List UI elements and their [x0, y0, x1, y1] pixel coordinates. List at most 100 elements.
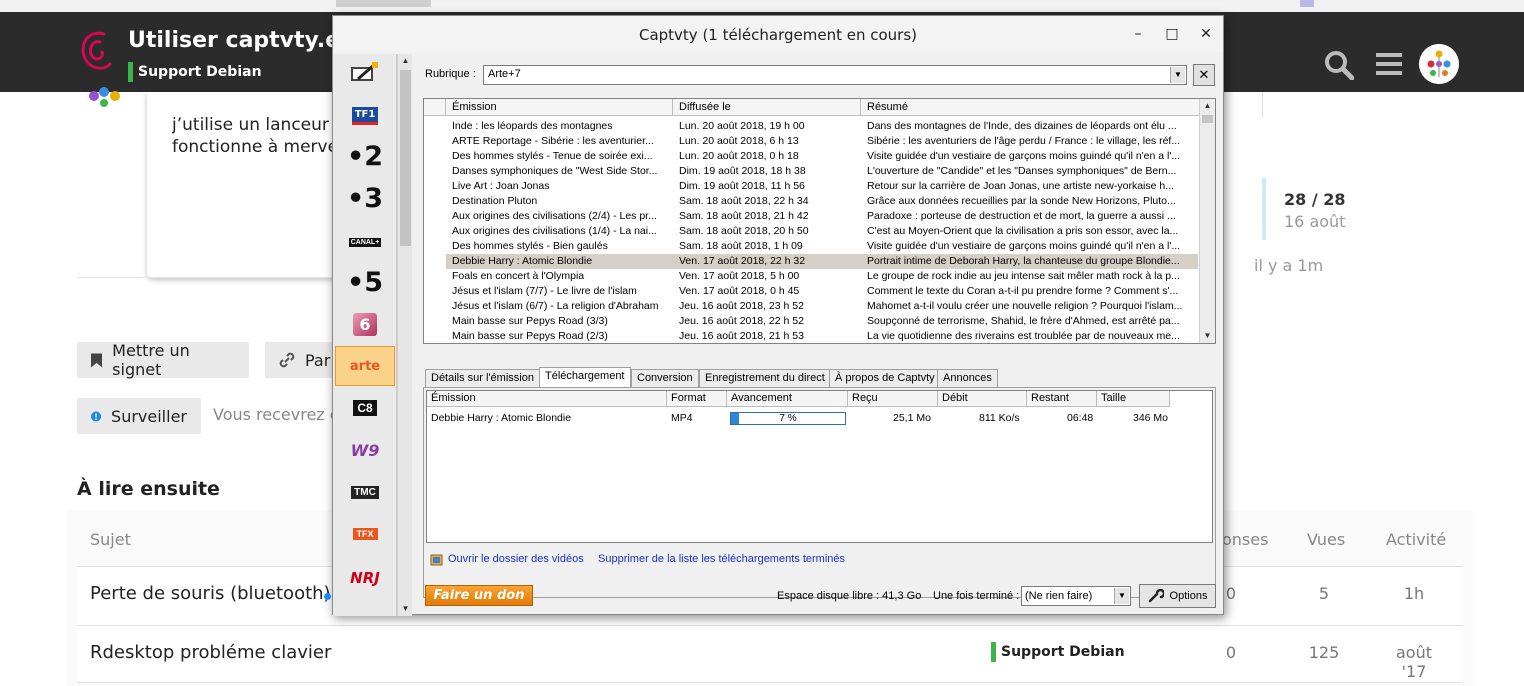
emission-row[interactable]: Des hommes stylés - Bien gaulés Sam. 18 a…: [446, 239, 1198, 254]
topic-row-title[interactable]: Rdesktop probléme clavier: [90, 642, 331, 663]
emission-title: Des hommes stylés - Tenue de soirée exi.…: [452, 150, 653, 162]
emission-row[interactable]: Aux origines des civilisations (1/4) - L…: [446, 224, 1198, 239]
tf1-logo-icon: TF1: [351, 107, 379, 125]
debian-swirl-icon[interactable]: [78, 28, 118, 76]
column-replies[interactable]: onses: [1222, 530, 1268, 549]
channel-sidebar-scrollbar[interactable]: ▲ ▼: [397, 54, 412, 616]
emission-row[interactable]: Live Art : Joan Jonas Dim. 19 août 2018, …: [446, 179, 1198, 194]
topic-row-category[interactable]: Support Debian: [991, 642, 1125, 662]
column-diffusee[interactable]: Diffusée le: [673, 99, 861, 116]
scrollbar-thumb[interactable]: [1202, 115, 1213, 123]
timeline-ago[interactable]: il y a 1m: [1254, 256, 1323, 275]
emission-aired: Jeu. 16 août 2018, 21 h 53: [679, 330, 804, 342]
scroll-up-arrow-icon[interactable]: ▲: [1200, 99, 1215, 113]
post-author-avatar[interactable]: [82, 84, 128, 110]
scroll-down-arrow-icon[interactable]: ▼: [1200, 329, 1215, 343]
chevron-down-icon[interactable]: ▼: [1170, 67, 1185, 83]
emissions-list[interactable]: Émission Diffusée le Résumé Inde : les l…: [423, 98, 1216, 344]
maximize-button[interactable]: □: [1163, 25, 1181, 43]
channel-tmc[interactable]: TMC: [335, 472, 395, 512]
channel-arte[interactable]: arte: [335, 346, 395, 386]
topic-row-activity[interactable]: 1h: [1384, 584, 1444, 603]
channel-france3[interactable]: •3: [335, 178, 395, 218]
scrollbar-thumb[interactable]: [400, 70, 411, 246]
dl-column-emission[interactable]: Émission: [427, 391, 667, 407]
chevron-down-icon[interactable]: ▼: [1114, 588, 1129, 604]
when-done-select[interactable]: (Ne rien faire) ▼: [1021, 586, 1131, 606]
donate-button[interactable]: Faire un don: [425, 585, 533, 606]
bookmark-button[interactable]: Mettre un signet: [77, 341, 249, 379]
user-avatar[interactable]: [1419, 44, 1459, 84]
timeline-scroller[interactable]: [1262, 178, 1266, 240]
tab-enregistrement[interactable]: Enregistrement du direct: [699, 369, 831, 387]
dl-column-taille[interactable]: Taille: [1097, 391, 1170, 407]
minimize-button[interactable]: –: [1129, 25, 1147, 43]
close-button[interactable]: ✕: [1197, 25, 1215, 43]
emission-row[interactable]: Main basse sur Pepys Road (3/3) Jeu. 16 a…: [446, 314, 1198, 329]
tab-conversion[interactable]: Conversion: [631, 369, 699, 387]
clear-finished-downloads-link[interactable]: Supprimer de la liste les téléchargement…: [598, 553, 845, 565]
channel-c8[interactable]: C8: [335, 388, 395, 428]
channel-canalplus[interactable]: CANAL+: [335, 222, 395, 262]
dl-remaining: 06:48: [1067, 412, 1094, 424]
options-label: Options: [1169, 590, 1208, 602]
emission-summary: Retour sur la carrière de Joan Jonas, un…: [867, 180, 1174, 192]
options-button[interactable]: Options: [1139, 584, 1216, 608]
emission-row[interactable]: Jésus et l'islam (6/7) - La religion d'A…: [446, 299, 1198, 314]
column-views[interactable]: Vues: [1307, 530, 1345, 549]
emission-row[interactable]: Des hommes stylés - Tenue de soirée exi.…: [446, 149, 1198, 164]
tab-a-propos[interactable]: À propos de Captvty: [829, 369, 941, 387]
dl-column-restant[interactable]: Restant: [1027, 391, 1097, 407]
scroll-down-arrow-icon[interactable]: ▼: [398, 602, 413, 616]
channel-m6[interactable]: 6: [335, 304, 395, 344]
emission-row[interactable]: Inde : les léopards des montagnes Lun. 20…: [446, 119, 1198, 134]
tab-annonces[interactable]: Annonces: [937, 369, 998, 387]
emission-row[interactable]: ARTE Reportage - Sibérie : les aventurie…: [446, 134, 1198, 149]
post-divider: [77, 277, 347, 278]
emission-row[interactable]: Debbie Harry : Atomic Blondie Ven. 17 aoû…: [446, 254, 1198, 269]
emissions-scrollbar[interactable]: ▲ ▼: [1199, 99, 1215, 343]
france2-logo-icon: •2: [346, 140, 384, 172]
dl-column-debit[interactable]: Débit: [938, 391, 1027, 407]
window-titlebar[interactable]: Captvty (1 téléchargement en cours) – □ …: [333, 16, 1223, 52]
channel-tf1[interactable]: TF1: [335, 96, 395, 136]
channel-france5[interactable]: •5: [335, 262, 395, 302]
tab-telechargement[interactable]: Téléchargement: [539, 367, 631, 388]
column-emission[interactable]: Émission: [446, 99, 673, 116]
france3-logo-icon: •3: [346, 182, 384, 214]
topic-row-title[interactable]: Perte de souris (bluetooth): [90, 583, 331, 604]
hamburger-menu-icon[interactable]: [1376, 52, 1402, 76]
emission-row[interactable]: Main basse sur Pepys Road (2/3) Jeu. 16 a…: [446, 329, 1198, 343]
scroll-up-arrow-icon[interactable]: ▲: [398, 54, 413, 68]
rubrique-select[interactable]: Arte+7 ▼: [483, 65, 1187, 85]
downloads-list[interactable]: Émission Format Avancement Reçu Débit Re…: [426, 390, 1213, 543]
unread-indicator: [324, 593, 331, 600]
dl-rate: 811 Ko/s: [979, 412, 1020, 424]
column-resume[interactable]: Résumé: [861, 99, 1200, 116]
dl-column-recu[interactable]: Reçu: [848, 391, 938, 407]
open-videos-folder-link[interactable]: Ouvrir le dossier des vidéos: [448, 553, 584, 565]
category-badge[interactable]: Support Debian: [128, 62, 262, 82]
channel-w9[interactable]: W9: [335, 430, 395, 470]
column-subject[interactable]: Sujet: [90, 530, 131, 549]
emission-row[interactable]: Danses symphoniques de "West Side Stor..…: [446, 164, 1198, 179]
search-icon[interactable]: [1324, 50, 1354, 80]
emission-row[interactable]: Jésus et l'islam (7/7) - Le livre de l'i…: [446, 284, 1198, 299]
channel-nrj12[interactable]: NRJ: [335, 558, 395, 598]
dl-column-avancement[interactable]: Avancement: [727, 391, 848, 407]
watch-button[interactable]: Surveiller: [77, 398, 201, 434]
emission-row[interactable]: Foals en concert à l'Olympia Ven. 17 août…: [446, 269, 1198, 284]
emission-row[interactable]: Aux origines des civilisations (2/4) - L…: [446, 209, 1198, 224]
tab-details[interactable]: Détails sur l'émission: [425, 369, 540, 387]
dl-received: 25,1 Mo: [893, 412, 931, 424]
channel-tfx[interactable]: TFX: [335, 514, 395, 554]
dl-column-format[interactable]: Format: [667, 391, 727, 407]
topic-row-activity[interactable]: août '17: [1384, 643, 1444, 681]
column-activity[interactable]: Activité: [1386, 530, 1446, 549]
topic-row[interactable]: Rdesktop probléme clavier Support Debian…: [77, 626, 1463, 684]
channel-france2[interactable]: •2: [335, 136, 395, 176]
clear-rubrique-button[interactable]: ✕: [1193, 64, 1215, 86]
tmc-logo-icon: TMC: [351, 485, 379, 499]
emission-row[interactable]: Destination Pluton Sam. 18 août 2018, 22 …: [446, 194, 1198, 209]
record-live-channel[interactable]: [335, 54, 395, 94]
